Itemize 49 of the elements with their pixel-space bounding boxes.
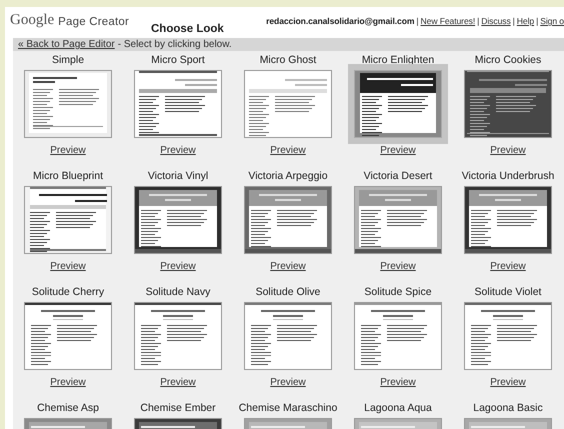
preview-link[interactable]: Preview [160, 261, 196, 272]
preview-link[interactable]: Preview [160, 377, 196, 388]
separator: | [536, 16, 538, 26]
back-link[interactable]: « Back to Page Editor [18, 39, 115, 50]
preview-link[interactable]: Preview [380, 145, 416, 156]
look-name: Chemise Maraschino [238, 402, 338, 415]
preview-link[interactable]: Preview [490, 145, 526, 156]
look-name: Simple [52, 54, 84, 67]
separator: | [477, 16, 480, 26]
look-name: Solitude Spice [364, 286, 432, 299]
look-name: Victoria Underbrush [462, 170, 554, 183]
look-name: Lagoona Basic [473, 402, 543, 415]
header-link[interactable]: New Features! [420, 16, 476, 26]
page-title: Choose Look [150, 23, 224, 35]
preview-link[interactable]: Preview [50, 261, 86, 272]
preview-link[interactable]: Preview [380, 261, 416, 272]
look-name: Solitude Violet [474, 286, 542, 299]
preview-link[interactable]: Preview [270, 377, 306, 388]
look-name: Micro Ghost [260, 54, 316, 67]
look-name: Micro Blueprint [32, 170, 104, 183]
look-name: Micro Cookies [474, 54, 542, 67]
header-link[interactable]: Sign o [540, 16, 564, 26]
header-link[interactable]: Discuss [481, 16, 511, 26]
preview-link[interactable]: Preview [490, 261, 526, 272]
separator: | [512, 16, 515, 26]
preview-link[interactable]: Preview [380, 377, 416, 388]
preview-link[interactable]: Preview [270, 261, 306, 272]
look-name: Chemise Asp [37, 402, 99, 415]
preview-link[interactable]: Preview [490, 377, 526, 388]
header-link[interactable]: Help [516, 16, 534, 26]
preview-link[interactable]: Preview [50, 377, 86, 388]
preview-link[interactable]: Preview [50, 145, 86, 156]
look-name: Victoria Desert [364, 170, 432, 183]
look-name: Micro Sport [151, 54, 205, 67]
look-name: Solitude Cherry [32, 286, 104, 299]
instruction-text: - Select by clicking below. [118, 39, 232, 50]
separator: | [416, 16, 419, 26]
google-logo: Google [10, 12, 54, 29]
product-name: Page Creator [58, 16, 129, 28]
look-name: Chemise Ember [140, 402, 216, 415]
look-name: Micro Enlighten [362, 54, 434, 67]
look-name: Solitude Navy [146, 286, 210, 299]
look-name: Lagoona Aqua [364, 402, 432, 415]
look-name: Solitude Olive [256, 286, 320, 299]
account-email: redaccion.canalsolidario@gmail.com [266, 16, 414, 26]
look-name: Victoria Arpeggio [248, 170, 328, 183]
preview-link[interactable]: Preview [160, 145, 196, 156]
preview-link[interactable]: Preview [270, 145, 306, 156]
look-name: Victoria Vinyl [148, 170, 208, 183]
